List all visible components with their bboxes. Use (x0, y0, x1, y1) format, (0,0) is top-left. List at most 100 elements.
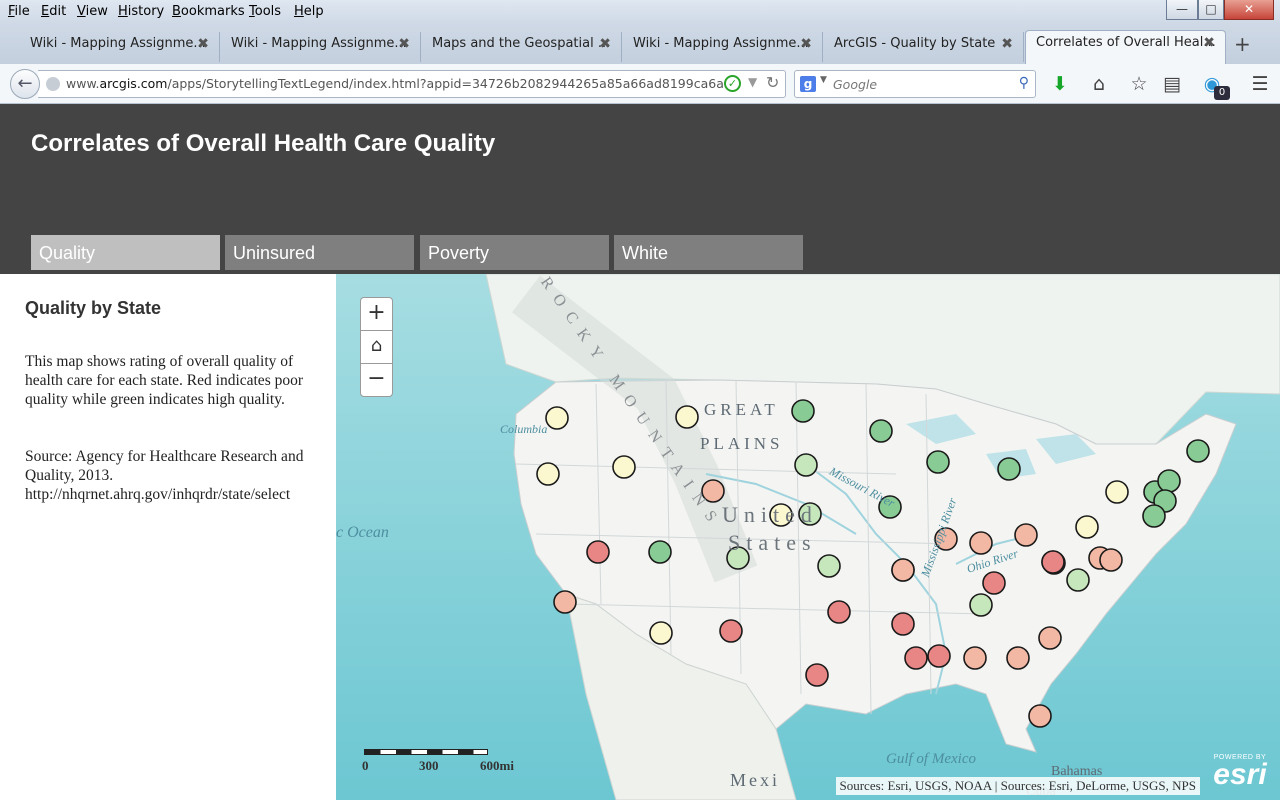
url-text: www.arcgis.com/apps/StorytellingTextLege… (66, 76, 724, 91)
state-marker[interactable] (1157, 469, 1181, 493)
state-marker[interactable] (648, 540, 672, 564)
panel-description: This map shows rating of overall quality… (25, 353, 304, 408)
menu-tools[interactable]: Tools (249, 4, 281, 19)
state-marker[interactable] (969, 593, 993, 617)
close-icon[interactable]: ✖ (599, 36, 611, 52)
state-marker[interactable] (586, 540, 610, 564)
zoom-out-button[interactable]: − (360, 363, 393, 397)
state-marker[interactable] (649, 621, 673, 645)
state-marker[interactable] (927, 644, 951, 668)
menu-bookmarks[interactable]: Bookmarks (172, 4, 245, 19)
maximize-button[interactable]: □ (1198, 0, 1224, 20)
menu-file[interactable]: File (8, 4, 30, 19)
tab-white[interactable]: White (614, 235, 803, 270)
state-marker[interactable] (675, 405, 699, 429)
state-marker[interactable] (1014, 523, 1038, 547)
state-marker[interactable] (1099, 548, 1123, 572)
close-icon[interactable]: ✖ (1001, 36, 1013, 52)
google-icon[interactable]: g (800, 76, 816, 92)
reload-icon[interactable]: ↻ (766, 73, 779, 92)
state-marker[interactable] (904, 646, 928, 670)
map-view[interactable]: ROCKY MOUNTAINS GREAT PLAINS United Stat… (336, 274, 1280, 800)
state-marker[interactable] (997, 457, 1021, 481)
check-icon[interactable]: ✓ (724, 75, 741, 92)
map-label-columbia: Columbia (500, 422, 548, 436)
state-marker[interactable] (963, 646, 987, 670)
state-marker[interactable] (1066, 568, 1090, 592)
tab-quality[interactable]: Quality (31, 235, 220, 270)
tab-label: Wiki - Mapping Assignme... (231, 36, 407, 51)
close-icon[interactable]: ✖ (1203, 35, 1215, 51)
map-attribution: Sources: Esri, USGS, NOAA | Sources: Esr… (835, 777, 1200, 795)
state-marker[interactable] (869, 419, 893, 443)
close-icon[interactable]: ✖ (800, 36, 812, 52)
menu-help[interactable]: Help (294, 4, 324, 19)
menu-edit[interactable]: Edit (41, 4, 66, 19)
state-marker[interactable] (719, 619, 743, 643)
state-marker[interactable] (891, 558, 915, 582)
state-marker[interactable] (827, 600, 851, 624)
state-marker[interactable] (545, 406, 569, 430)
back-button[interactable]: ← (10, 69, 40, 99)
search-bar[interactable]: g ▼ Google ⚲ (794, 70, 1036, 98)
menu-history[interactable]: History (118, 4, 164, 19)
browser-tab[interactable]: Wiki - Mapping Assignme... ✖ (623, 32, 823, 62)
state-marker[interactable] (794, 453, 818, 477)
zoom-in-button[interactable]: + (360, 297, 393, 331)
tab-label: Correlates of Overall Heal... (1036, 35, 1216, 50)
download-icon[interactable]: ⬇ (1048, 73, 1072, 95)
state-marker[interactable] (1075, 515, 1099, 539)
search-icon[interactable]: ⚲ (1019, 75, 1029, 91)
scale-label-start: 0 (362, 758, 369, 773)
back-arrow-icon: ← (17, 73, 33, 94)
state-marker[interactable] (1186, 439, 1210, 463)
home-extent-button[interactable]: ⌂ (360, 330, 393, 364)
state-marker[interactable] (1028, 704, 1052, 728)
state-marker[interactable] (1142, 504, 1166, 528)
browser-tab-active[interactable]: Correlates of Overall Heal... ✖ (1025, 30, 1226, 64)
minimize-button[interactable]: — (1166, 0, 1198, 20)
search-input[interactable]: Google (833, 77, 877, 92)
close-icon[interactable]: ✖ (398, 36, 410, 52)
state-marker[interactable] (553, 590, 577, 614)
home-icon[interactable]: ⌂ (1087, 73, 1111, 95)
dropdown-arrow-icon[interactable]: ▼ (820, 75, 827, 85)
url-path: /apps/StorytellingTextLegend/index.html?… (167, 76, 724, 91)
state-marker[interactable] (926, 450, 950, 474)
star-icon[interactable]: ☆ (1127, 73, 1151, 95)
state-marker[interactable] (817, 554, 841, 578)
state-marker[interactable] (1038, 626, 1062, 650)
close-icon[interactable]: ✖ (197, 36, 209, 52)
browser-tab[interactable]: Wiki - Mapping Assignme... ✖ (221, 32, 421, 62)
close-window-button[interactable]: ✕ (1224, 0, 1274, 20)
state-marker[interactable] (891, 612, 915, 636)
state-marker[interactable] (1105, 480, 1129, 504)
scale-bar (364, 749, 488, 755)
url-prefix: www. (66, 76, 100, 91)
source-link[interactable]: http://nhqrnet.ahrq.gov/inhqrdr/state/se… (25, 485, 321, 504)
state-marker[interactable] (1006, 646, 1030, 670)
hamburger-menu-icon[interactable]: ☰ (1248, 73, 1272, 95)
tab-label: Wiki - Mapping Assignme... (30, 36, 206, 51)
esri-logo[interactable]: POWERED BY esri (1208, 754, 1272, 794)
state-marker[interactable] (982, 571, 1006, 595)
state-marker[interactable] (969, 531, 993, 555)
address-bar[interactable]: www.arcgis.com/apps/StorytellingTextLege… (38, 70, 786, 98)
menu-view[interactable]: View (77, 4, 108, 19)
dropdown-arrow-icon[interactable]: ▼ (748, 75, 757, 89)
tab-poverty[interactable]: Poverty (420, 235, 609, 270)
new-tab-button[interactable]: + (1234, 32, 1251, 56)
state-marker[interactable] (536, 462, 560, 486)
browser-tab[interactable]: Maps and the Geospatial ... ✖ (422, 32, 622, 62)
tab-uninsured[interactable]: Uninsured (225, 235, 414, 270)
state-marker[interactable] (791, 399, 815, 423)
state-marker[interactable] (612, 455, 636, 479)
page-title: Correlates of Overall Health Care Qualit… (31, 130, 496, 157)
badge-count: 0 (1214, 86, 1230, 100)
browser-tab[interactable]: Wiki - Mapping Assignme... ✖ (20, 32, 220, 62)
reading-list-icon[interactable]: ▤ (1160, 73, 1184, 95)
state-marker[interactable] (805, 663, 829, 687)
map-label-united: United (722, 502, 818, 527)
state-marker[interactable] (1041, 550, 1065, 574)
browser-tab[interactable]: ArcGIS - Quality by State ✖ (824, 32, 1024, 62)
